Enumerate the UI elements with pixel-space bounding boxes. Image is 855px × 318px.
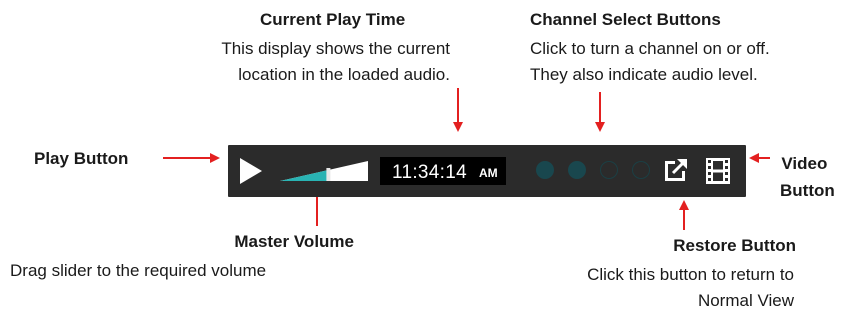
annotation-arrows — [163, 88, 770, 230]
